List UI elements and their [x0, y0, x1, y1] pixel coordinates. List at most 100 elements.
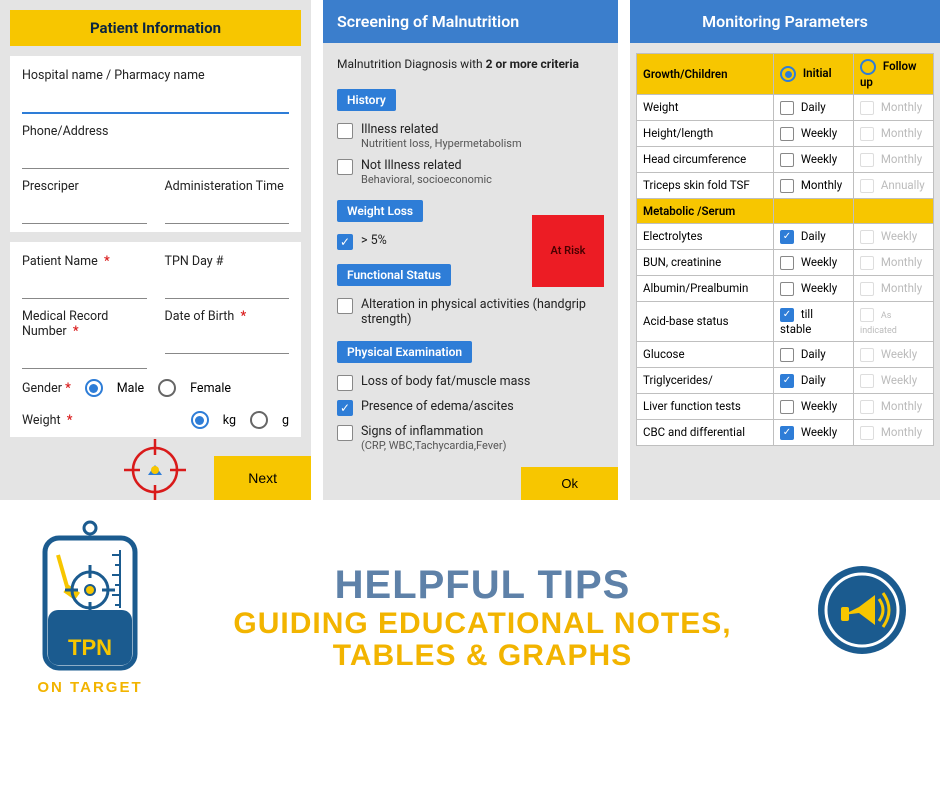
- physical-checkbox[interactable]: [337, 375, 353, 391]
- weightloss-checkbox[interactable]: ✓: [337, 234, 353, 250]
- param-checkbox[interactable]: [780, 256, 794, 270]
- tpn-day-label: TPN Day #: [165, 254, 290, 269]
- malnutrition-title: Screening of Malnutrition: [323, 0, 618, 43]
- param-checkbox[interactable]: [780, 400, 794, 414]
- physical-item: ✓Presence of edema/ascites: [337, 399, 604, 416]
- param-initial-cell[interactable]: Weekly: [774, 146, 854, 172]
- hospital-input[interactable]: [22, 89, 289, 114]
- param-row: Albumin/Prealbumin Weekly Monthly: [637, 275, 934, 301]
- param-initial-cell[interactable]: ✓ Weekly: [774, 419, 854, 445]
- param-initial-cell[interactable]: Weekly: [774, 249, 854, 275]
- functional-item: Alteration in physical activities (handg…: [337, 297, 604, 327]
- param-checkbox: [860, 179, 874, 193]
- history-label: Not Illness related: [361, 158, 492, 173]
- phone-input[interactable]: [22, 145, 289, 169]
- footer: TPN ON TARGET HELPFUL TIPS GUIDING EDUCA…: [0, 500, 940, 704]
- group-row: Growth/Children Initial Follow up: [637, 54, 934, 95]
- param-checkbox[interactable]: [780, 101, 794, 115]
- history-item: Not Illness relatedBehavioral, socioecon…: [337, 158, 604, 186]
- gender-female-radio[interactable]: [158, 379, 176, 397]
- gender-male-label: Male: [117, 381, 144, 396]
- physical-item: Loss of body fat/muscle mass: [337, 374, 604, 391]
- history-checkbox[interactable]: [337, 159, 353, 175]
- param-checkbox[interactable]: [780, 282, 794, 296]
- functional-checkbox[interactable]: [337, 298, 353, 314]
- param-row: Acid-base status✓ till stable As indicat…: [637, 301, 934, 341]
- param-initial-cell[interactable]: ✓ Daily: [774, 367, 854, 393]
- gender-female-label: Female: [190, 381, 231, 396]
- param-name: Head circumference: [637, 146, 774, 172]
- param-name: Triglycerides/: [637, 367, 774, 393]
- history-sublabel: Nutritient loss, Hypermetabolism: [361, 137, 522, 150]
- param-checkbox[interactable]: [780, 153, 794, 167]
- followup-radio[interactable]: [860, 59, 876, 75]
- param-followup-cell: Monthly: [854, 95, 934, 121]
- param-row: Height/length Weekly Monthly: [637, 120, 934, 146]
- param-checkbox: [860, 348, 874, 362]
- monitoring-title: Monitoring Parameters: [630, 0, 940, 43]
- group-row: Metabolic /Serum: [637, 198, 934, 223]
- param-initial-cell[interactable]: ✓ till stable: [774, 301, 854, 341]
- history-sublabel: Behavioral, socioeconomic: [361, 173, 492, 186]
- param-followup-cell: Weekly: [854, 341, 934, 367]
- param-initial-cell[interactable]: Weekly: [774, 393, 854, 419]
- param-row: Triglycerides/✓ Daily Weekly: [637, 367, 934, 393]
- history-tag: History: [337, 89, 396, 111]
- monitoring-table: Growth/Children Initial Follow upWeight …: [636, 53, 934, 446]
- prescriber-input[interactable]: [22, 200, 147, 224]
- param-followup-cell: Monthly: [854, 120, 934, 146]
- physical-label: Signs of inflammation: [361, 424, 506, 439]
- param-name: Electrolytes: [637, 223, 774, 249]
- mrn-input[interactable]: [22, 345, 147, 369]
- param-checkbox: [860, 308, 874, 322]
- unit-g-radio[interactable]: [250, 411, 268, 429]
- gender-label: Gender *: [22, 381, 71, 396]
- physical-checkbox[interactable]: [337, 425, 353, 441]
- tpn-day-input[interactable]: [165, 275, 290, 299]
- param-checkbox[interactable]: [780, 179, 794, 193]
- param-row: BUN, creatinine Weekly Monthly: [637, 249, 934, 275]
- param-checkbox[interactable]: [780, 127, 794, 141]
- param-initial-cell[interactable]: Weekly: [774, 120, 854, 146]
- param-checkbox: [860, 230, 874, 244]
- target-icon: [120, 435, 190, 500]
- unit-kg-radio[interactable]: [191, 411, 209, 429]
- param-checkbox[interactable]: ✓: [780, 374, 794, 388]
- param-initial-cell[interactable]: ✓ Daily: [774, 223, 854, 249]
- history-label: Illness related: [361, 122, 522, 137]
- history-checkbox[interactable]: [337, 123, 353, 139]
- param-row: CBC and differential✓ Weekly Monthly: [637, 419, 934, 445]
- initial-radio[interactable]: [780, 66, 796, 82]
- param-checkbox: [860, 400, 874, 414]
- param-initial-cell[interactable]: Weekly: [774, 275, 854, 301]
- patient-name-input[interactable]: [22, 275, 147, 299]
- param-followup-cell: Monthly: [854, 393, 934, 419]
- physical-checkbox[interactable]: ✓: [337, 400, 353, 416]
- param-row: Triceps skin fold TSF Monthly Annually: [637, 172, 934, 198]
- param-followup-cell: Weekly: [854, 223, 934, 249]
- next-button[interactable]: Next: [214, 456, 311, 500]
- param-initial-cell[interactable]: Daily: [774, 341, 854, 367]
- param-name: Glucose: [637, 341, 774, 367]
- param-name: Acid-base status: [637, 301, 774, 341]
- param-checkbox: [860, 256, 874, 270]
- mrn-label: Medical Record Number *: [22, 309, 147, 339]
- ok-button[interactable]: Ok: [521, 467, 618, 500]
- physical-item: Signs of inflammation(CRP, WBC,Tachycard…: [337, 424, 604, 452]
- param-name: CBC and differential: [637, 419, 774, 445]
- unit-g-label: g: [282, 413, 289, 428]
- param-checkbox[interactable]: ✓: [780, 308, 794, 322]
- param-checkbox[interactable]: [780, 348, 794, 362]
- param-initial-cell[interactable]: Monthly: [774, 172, 854, 198]
- param-initial-cell[interactable]: Daily: [774, 95, 854, 121]
- malnutrition-panel: Screening of Malnutrition Malnutrition D…: [323, 0, 618, 500]
- param-checkbox: [860, 374, 874, 388]
- phone-label: Phone/Address: [22, 124, 289, 139]
- gender-male-radio[interactable]: [85, 379, 103, 397]
- param-checkbox[interactable]: ✓: [780, 426, 794, 440]
- param-row: Liver function tests Weekly Monthly: [637, 393, 934, 419]
- param-checkbox[interactable]: ✓: [780, 230, 794, 244]
- patient-info-panel: Patient Information Hospital name / Phar…: [0, 0, 311, 500]
- dob-input[interactable]: [165, 330, 290, 354]
- admin-time-input[interactable]: [165, 200, 290, 224]
